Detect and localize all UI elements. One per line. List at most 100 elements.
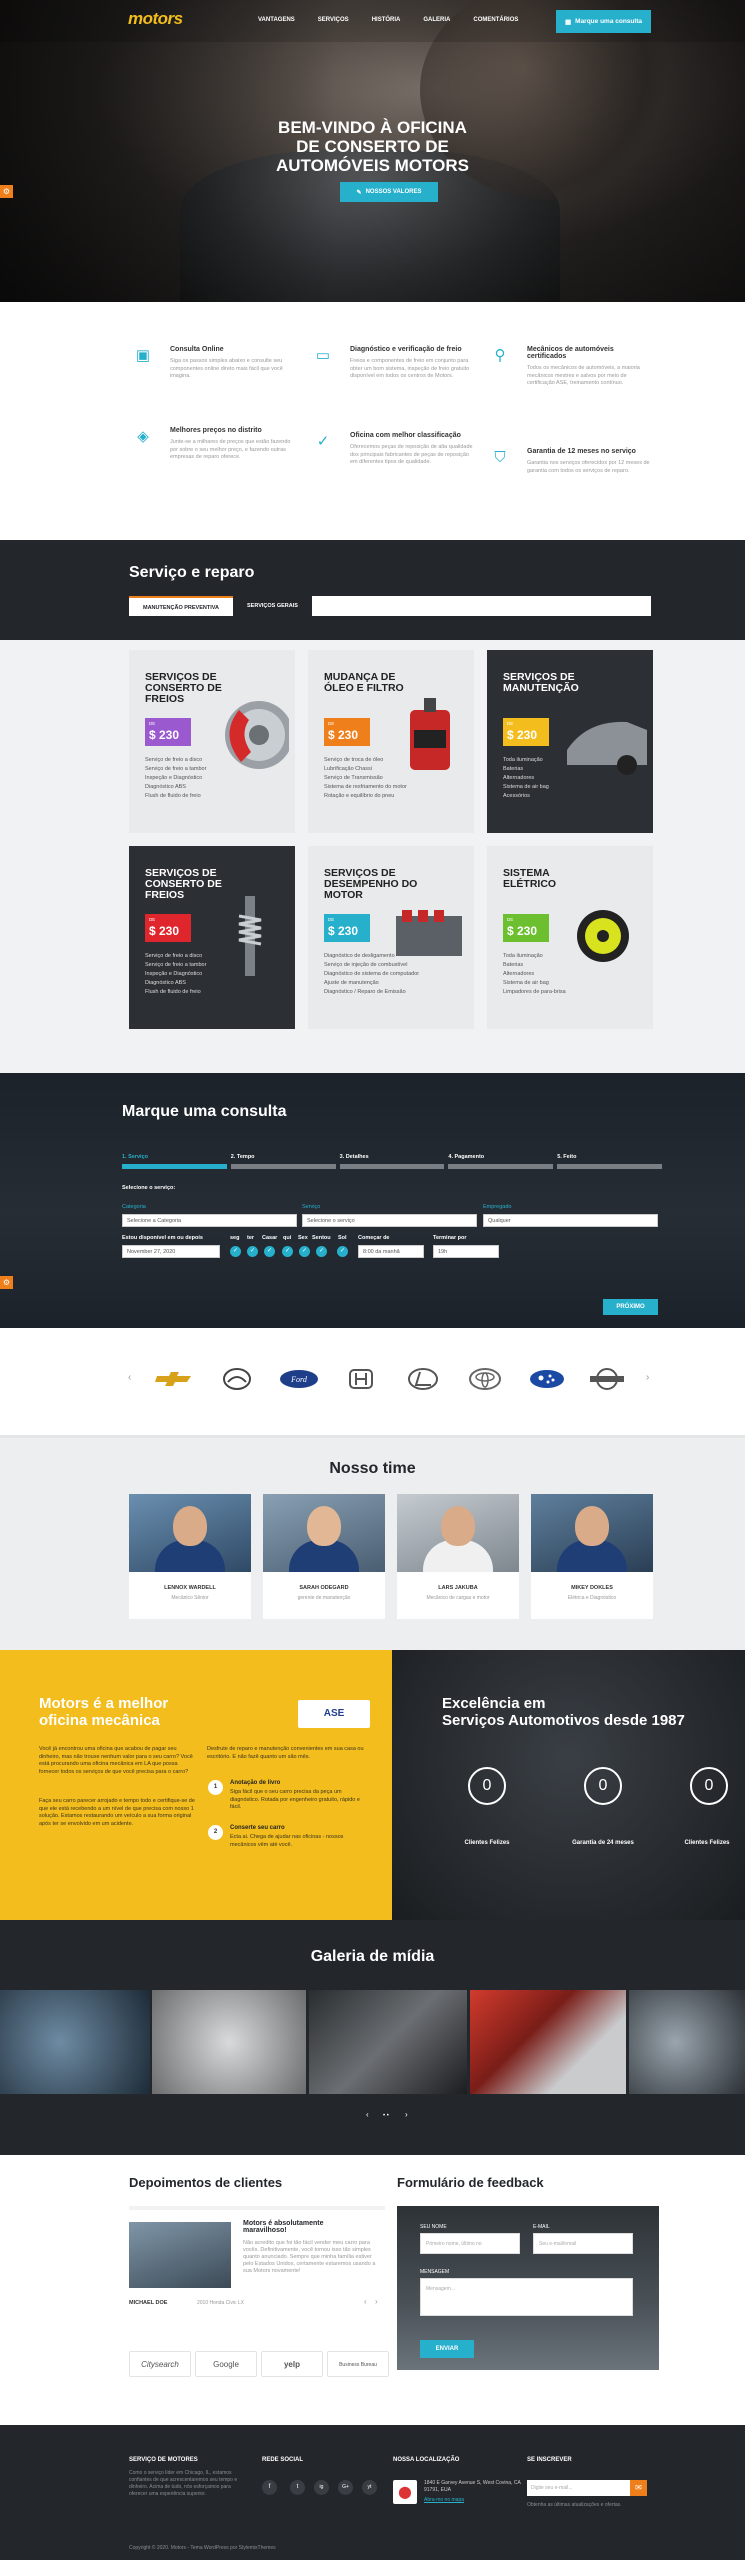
price-badge: DE $ 230	[145, 914, 191, 942]
bbb-logo[interactable]: Business Bureau	[327, 2351, 389, 2377]
start-time-select[interactable]: 8:00 da manhã	[358, 1245, 424, 1258]
price-badge: DE $ 230	[324, 718, 370, 746]
service-card[interactable]: SERVIÇOS DE CONSERTO DE FREIOS DE $ 230 S…	[129, 650, 295, 833]
team-member-card: LARS JAKUBA Mecânico de cargas e motor	[397, 1494, 519, 1619]
send-button[interactable]: ENVIAR	[420, 2340, 474, 2358]
step-time[interactable]: 2. Tempo	[230, 1154, 336, 1169]
svg-text:Ford: Ford	[290, 1375, 308, 1384]
instagram-icon[interactable]: ig	[314, 2480, 329, 2495]
our-values-button[interactable]: ✎ NOSSOS VALORES	[340, 182, 438, 202]
lexus-logo[interactable]	[402, 1368, 444, 1390]
citysearch-logo[interactable]: Citysearch	[129, 2351, 191, 2377]
chevron-left-icon[interactable]: ‹	[364, 2297, 367, 2306]
price-badge: DE $ 230	[503, 718, 549, 746]
menu-item-galeria[interactable]: GALERIA	[423, 17, 450, 23]
menu-item-servicos[interactable]: SERVIÇOS	[318, 17, 349, 23]
chevrolet-logo[interactable]	[153, 1368, 195, 1390]
chevron-left-icon[interactable]: ‹	[366, 2110, 369, 2119]
settings-gear-icon[interactable]: ⚙	[0, 1276, 13, 1289]
about-section: Motors é a melhor oficina mecânica ASE Vo…	[0, 1650, 745, 1920]
menu-item-historia[interactable]: HISTÓRIA	[372, 17, 401, 23]
service-card[interactable]: SISTEMA ELÉTRICO DE $ 230 Toda iluminação…	[487, 846, 653, 1029]
subscribe-button[interactable]: ✉	[630, 2480, 647, 2496]
day-checkbox[interactable]: ✓	[247, 1246, 258, 1257]
features-section: ▣ Consulta Online Siga os passos simples…	[0, 302, 745, 540]
service-card[interactable]: MUDANÇA DE ÓLEO E FILTRO DE $ 230 Serviço…	[308, 650, 474, 833]
gallery-image-dashboard[interactable]	[0, 1990, 150, 2094]
chevron-right-icon[interactable]: ›	[405, 2110, 408, 2119]
day-checkbox[interactable]: ✓	[264, 1246, 275, 1257]
gallery-image-steering[interactable]	[629, 1990, 745, 2094]
twitter-icon[interactable]: t	[290, 2480, 305, 2495]
day-checkbox[interactable]: ✓	[299, 1246, 310, 1257]
day-checkbox[interactable]: ✓	[230, 1246, 241, 1257]
message-textarea[interactable]: Mensagem...	[420, 2278, 633, 2316]
facebook-icon[interactable]: f	[262, 2480, 277, 2495]
brands-carousel: ‹ Ford ›	[0, 1328, 745, 1438]
chevron-right-icon[interactable]: ›	[375, 2297, 378, 2306]
yelp-logo[interactable]: yelp	[261, 2351, 323, 2377]
logo[interactable]: motors	[128, 9, 183, 29]
service-card[interactable]: SERVIÇOS DE MANUTENÇÃO DE $ 230 Toda ilum…	[487, 650, 653, 833]
carousel-dots[interactable]: • •	[383, 2113, 389, 2119]
service-card[interactable]: SERVIÇOS DE DESEMPENHO DO MOTOR DE $ 230 …	[308, 846, 474, 1029]
toyota-logo[interactable]	[464, 1368, 506, 1390]
subaru-logo[interactable]	[526, 1368, 568, 1390]
day-checkbox[interactable]: ✓	[282, 1246, 293, 1257]
member-photo	[397, 1494, 519, 1572]
service-section: Serviço e reparo MANUTENÇÃO PREVENTIVA S…	[0, 540, 745, 1073]
thumbs-up-icon: ✓	[316, 433, 330, 450]
day-checkbox[interactable]: ✓	[337, 1246, 348, 1257]
step-payment[interactable]: 4. Pagamento	[448, 1154, 554, 1169]
date-input[interactable]: November 27, 2020	[122, 1245, 220, 1258]
mazda-logo[interactable]	[216, 1368, 258, 1390]
team-member-card: MIKEY DOKLES Elétrica e Diagnóstico	[531, 1494, 653, 1619]
map-pin-icon[interactable]: ⬤	[393, 2480, 417, 2504]
calendar-icon: ▣	[135, 347, 151, 364]
settings-gear-icon[interactable]: ⚙	[0, 185, 13, 198]
employee-select[interactable]: Qualquer	[483, 1214, 658, 1227]
price-tag-icon: ◈	[137, 428, 149, 445]
brake-disc-image	[225, 701, 289, 769]
step-number: 1	[208, 1780, 223, 1795]
gallery-image-console[interactable]	[309, 1990, 467, 2094]
open-map-link[interactable]: Abra-mo no mapa	[424, 2497, 464, 2504]
book-appointment-button[interactable]: ▦ Marque uma consulta	[556, 10, 651, 33]
step-done[interactable]: 5. Feito	[557, 1154, 662, 1169]
subscribe-email-input[interactable]: Digite seu e-mail...	[527, 2480, 635, 2496]
end-time-select[interactable]: 19h	[433, 1245, 499, 1258]
next-button[interactable]: PRÓXIMO	[603, 1299, 658, 1315]
feature-rating: ✓ Oficina com melhor classificação Ofere…	[313, 432, 473, 467]
day-checkbox[interactable]: ✓	[316, 1246, 327, 1257]
price-badge: DE $ 230	[503, 914, 549, 942]
team-title: Nosso time	[329, 1460, 416, 1477]
ford-logo[interactable]: Ford	[278, 1368, 320, 1390]
google-plus-icon[interactable]: G+	[338, 2480, 353, 2495]
google-logo[interactable]: Google	[195, 2351, 257, 2377]
service-select[interactable]: Selecione o serviço	[302, 1214, 477, 1227]
booking-steps: 1. Serviço 2. Tempo 3. Detalhes 4. Pagam…	[122, 1154, 662, 1169]
service-card[interactable]: SERVIÇOS DE CONSERTO DE FREIOS DE $ 230 S…	[129, 846, 295, 1029]
feature-online: ▣ Consulta Online Siga os passos simples…	[133, 346, 293, 381]
gallery-image-mechanic[interactable]	[470, 1990, 626, 2094]
step-details[interactable]: 3. Detalhes	[339, 1154, 445, 1169]
tab-general[interactable]: SERVIÇOS GERAIS	[233, 596, 312, 616]
email-input[interactable]: Seu e-mail/email	[533, 2233, 633, 2254]
chevron-left-icon[interactable]: ‹	[128, 1372, 131, 1383]
chevron-right-icon[interactable]: ›	[646, 1372, 649, 1383]
honda-logo[interactable]	[340, 1368, 382, 1390]
hero-title: BEM-VINDO À OFICINA DE CONSERTO DE AUTOM…	[275, 118, 469, 175]
youtube-icon[interactable]: yt	[362, 2480, 377, 2495]
tab-preventive[interactable]: MANUTENÇÃO PREVENTIVA	[129, 596, 233, 616]
footer: SERVIÇO DE MOTORES Como o serviço líder …	[0, 2425, 745, 2560]
step-service[interactable]: 1. Serviço	[122, 1154, 227, 1169]
menu-item-vantagens[interactable]: VANTAGENS	[258, 17, 295, 23]
category-select[interactable]: Selecione a Categoria	[122, 1214, 297, 1227]
team-member-card: SARAH ODEGARD gerente de manutenção	[263, 1494, 385, 1619]
name-input[interactable]: Primeiro nome, último no	[420, 2233, 520, 2254]
nissan-logo[interactable]	[586, 1368, 628, 1390]
menu-item-comentarios[interactable]: COMENTÁRIOS	[473, 17, 518, 23]
service-list: Serviço de freio a disco Serviço de freio…	[145, 953, 207, 995]
booking-section: Marque uma consulta 1. Serviço 2. Tempo …	[0, 1073, 745, 1328]
gallery-image-engine[interactable]	[152, 1990, 306, 2094]
